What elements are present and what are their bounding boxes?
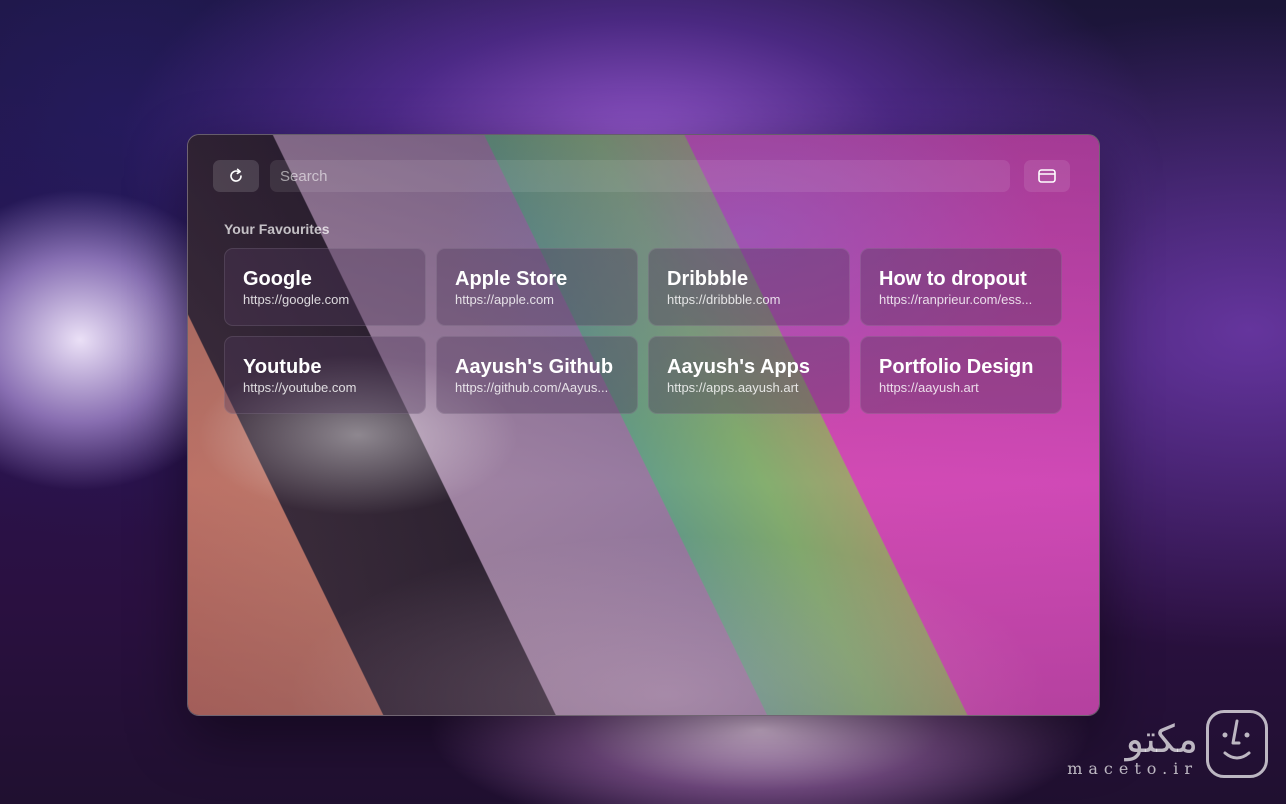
reload-icon: [230, 168, 242, 182]
favourites-grid: Google https://google.com Apple Store ht…: [224, 248, 1062, 414]
watermark-primary: مکتو: [1125, 717, 1198, 761]
reload-button[interactable]: [213, 160, 259, 192]
window-icon: [1038, 169, 1056, 183]
favourite-title: Google: [243, 268, 312, 290]
favourite-title: Youtube: [243, 356, 322, 378]
favourite-card-aayush-apps[interactable]: Aayush's Apps https://apps.aayush.art: [648, 336, 850, 414]
favourite-card-how-to-dropout[interactable]: How to dropout https://ranprieur.com/ess…: [860, 248, 1062, 326]
favourite-url: https://github.com/Aayus...: [455, 380, 609, 395]
favourite-url: https://aayush.art: [879, 380, 979, 395]
favourite-card-aayush-github[interactable]: Aayush's Github https://github.com/Aayus…: [436, 336, 638, 414]
favourite-title: How to dropout: [879, 268, 1027, 290]
favourite-card-dribbble[interactable]: Dribbble https://dribbble.com: [648, 248, 850, 326]
favourite-title: Apple Store: [455, 268, 568, 290]
favourite-title: Aayush's Apps: [667, 356, 810, 378]
favourite-title: Dribbble: [667, 268, 749, 290]
search-input[interactable]: [270, 160, 1010, 192]
search-bar[interactable]: [270, 160, 1010, 192]
favourite-url: https://apple.com: [455, 292, 554, 307]
favourite-card-apple-store[interactable]: Apple Store https://apple.com: [436, 248, 638, 326]
window-toggle-button[interactable]: [1024, 160, 1070, 192]
favourite-url: https://apps.aayush.art: [667, 380, 799, 395]
watermark-logo-icon: [1206, 710, 1268, 778]
app-window: Your Favourites Google https://google.co…: [187, 134, 1100, 716]
favourite-card-google[interactable]: Google https://google.com: [224, 248, 426, 326]
favourite-title: Portfolio Design: [879, 356, 1034, 378]
favourite-url: https://dribbble.com: [667, 292, 781, 307]
watermark-secondary: maceto.ir: [1067, 759, 1198, 778]
favourite-card-youtube[interactable]: Youtube https://youtube.com: [224, 336, 426, 414]
favourites-heading: Your Favourites: [224, 221, 330, 237]
favourite-card-portfolio-design[interactable]: Portfolio Design https://aayush.art: [860, 336, 1062, 414]
favourite-url: https://google.com: [243, 292, 350, 307]
watermark: مکتو maceto.ir: [1067, 710, 1268, 778]
favourite-url: https://ranprieur.com/ess...: [879, 292, 1033, 307]
favourite-url: https://youtube.com: [243, 380, 357, 395]
favourite-title: Aayush's Github: [455, 356, 614, 378]
